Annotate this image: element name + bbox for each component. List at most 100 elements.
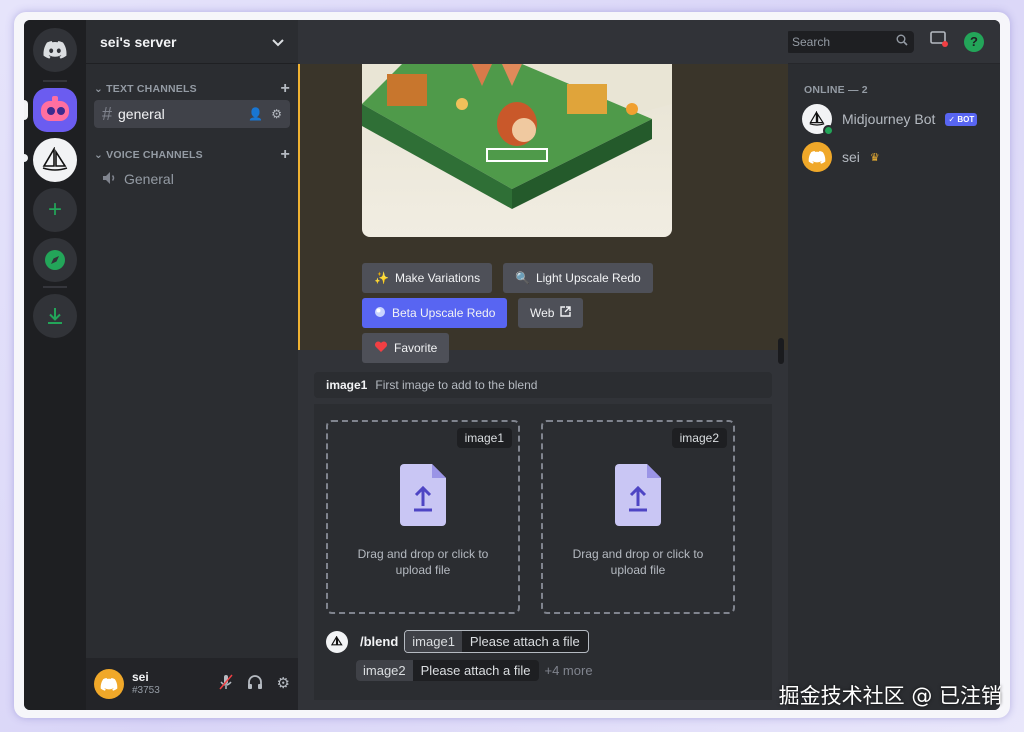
option-name: image1 [326,378,368,392]
scrollbar[interactable] [778,338,784,364]
more-options-link[interactable]: +4 more [545,663,593,678]
member-name: sei [842,149,860,165]
isometric-farm-image [362,64,672,209]
user-panel: sei #3753 ⚙ [86,658,298,710]
member-list: ONLINE — 2 Midjourney Bot ✓ BOT sei ♛ [788,64,1000,710]
crown-icon: ♛ [869,151,880,164]
user-settings-gear-icon[interactable]: ⚙ [277,674,290,694]
beta-upscale-redo-button[interactable]: Beta Upscale Redo [362,298,508,328]
dropzone-image2[interactable]: image2 Drag and drop or click to upload … [541,420,735,614]
sailboat-icon [42,147,68,171]
sailboat-icon [809,111,825,126]
highlighted-message: ✨ Make Variations 🔍 Light Upscale Redo B… [298,64,788,363]
hash-icon: # [102,103,113,124]
server-icon-sei[interactable] [33,88,77,132]
orb-icon [374,306,386,321]
help-icon[interactable]: ? [964,31,984,52]
category-voice-channels[interactable]: ⌄ VOICE CHANNELS + [94,146,290,164]
add-channel-icon[interactable]: + [280,146,290,164]
server-header[interactable]: sei's server [86,20,298,64]
external-link-icon [560,306,572,320]
channel-general[interactable]: # general 👤 ⚙ [94,100,290,128]
button-label: Favorite [394,341,438,355]
make-variations-button[interactable]: ✨ Make Variations [362,263,493,293]
server-icon-midjourney[interactable] [33,138,77,182]
search-icon [896,34,908,49]
category-label: VOICE CHANNELS [106,149,203,161]
magic-wand-icon: ✨ [374,271,389,285]
option-desc: First image to add to the blend [375,378,538,392]
add-channel-icon[interactable]: + [280,80,290,98]
button-label: Web [530,306,555,320]
avatar [802,142,832,172]
voice-channel-general[interactable]: General [94,165,290,193]
channel-label: general [118,106,165,122]
user-name: sei [132,670,149,685]
upload-panel: image1 Drag and drop or click to upload … [314,404,772,700]
user-tag: #3753 [132,685,160,697]
inbox-icon[interactable] [930,31,948,52]
option-chip-image2[interactable]: image2 Please attach a file [356,660,539,681]
message-pane: ✨ Make Variations 🔍 Light Upscale Redo B… [298,20,788,710]
option-description: image1 First image to add to the blend [314,372,772,398]
chevron-icon: ⌄ [94,83,107,95]
server-rail: + [24,20,86,710]
upload-file-icon [400,464,446,531]
add-server-icon[interactable]: + [33,188,77,232]
category-label: TEXT CHANNELS [106,83,197,95]
favorite-button[interactable]: Favorite [362,333,450,363]
discord-logo-icon [808,150,826,164]
watermark: 掘金技术社区 @ 已注销 [778,684,1002,708]
heart-icon [374,340,388,356]
user-avatar[interactable] [94,669,124,699]
member-group-heading: ONLINE — 2 [804,84,868,96]
channel-sidebar: sei's server ⌄ TEXT CHANNELS + # general… [86,20,298,710]
invite-member-icon[interactable]: 👤 [248,107,263,121]
category-text-channels[interactable]: ⌄ TEXT CHANNELS + [94,80,290,98]
discord-app: + sei's server ⌄ TEXT CHANNELS + # gener… [24,20,1000,710]
web-link-button[interactable]: Web [518,298,584,328]
unread-indicator [24,154,28,162]
headphones-icon[interactable] [247,674,263,694]
explore-compass-icon[interactable] [33,238,77,282]
dropzone-hint: Drag and drop or click to upload file [357,547,489,577]
server-name: sei's server [100,33,177,50]
dropzone-image1[interactable]: image1 Drag and drop or click to upload … [326,420,520,614]
member-sei[interactable]: sei ♛ [802,142,880,172]
search-placeholder: Search [792,34,831,49]
member-name: Midjourney Bot [842,111,936,127]
chip-value: Please attach a file [420,663,531,678]
dropzone-tag: image2 [671,428,727,448]
generated-image[interactable] [362,64,672,237]
button-label: Make Variations [394,271,481,285]
dropzone-hint: Drag and drop or click to upload file [572,547,704,577]
command-input-row[interactable]: /blend image1 Please attach a file [326,630,589,653]
robot-avatar-icon [41,96,69,121]
button-label: Light Upscale Redo [535,271,641,285]
dropzone-tag: image1 [456,428,512,448]
server-indicator [24,100,28,120]
magnifier-icon: 🔍 [515,271,530,285]
channel-label: General [124,171,174,187]
discord-logo-icon [100,677,118,691]
rail-divider [43,286,67,288]
bot-badge: ✓ BOT [945,112,978,126]
command-options-row: image2 Please attach a file +4 more [356,660,593,681]
midjourney-avatar [326,630,348,653]
chip-key: image2 [356,660,413,681]
chip-value: Please attach a file [469,634,580,649]
member-midjourney-bot[interactable]: Midjourney Bot ✓ BOT [802,104,978,136]
channel-settings-icon[interactable]: ⚙ [271,107,282,121]
chevron-down-icon [272,34,284,50]
discord-home-icon[interactable] [33,28,77,72]
mute-mic-icon[interactable] [218,674,233,694]
download-icon[interactable] [33,294,77,338]
option-chip-image1[interactable]: image1 Please attach a file [404,630,589,653]
search-input[interactable]: Search [786,30,914,53]
button-label: Beta Upscale Redo [392,306,496,320]
online-status-icon [823,125,834,136]
avatar [802,104,834,136]
upload-file-icon [615,464,661,531]
light-upscale-redo-button[interactable]: 🔍 Light Upscale Redo [503,263,653,293]
rail-divider [43,80,67,82]
